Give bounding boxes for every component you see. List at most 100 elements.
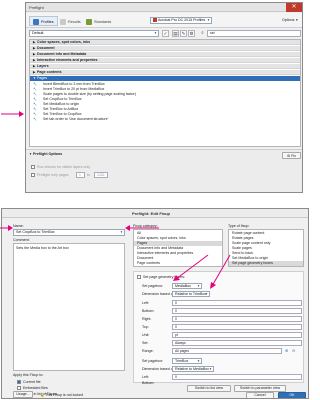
unit-select[interactable]: pt xyxy=(172,332,302,338)
edit-item-icon[interactable]: ✎ xyxy=(180,30,187,37)
set-pagebox2-label: Set pagebox: xyxy=(142,359,164,363)
annotation-arrow-icon xyxy=(210,254,231,289)
comment-label: Comment: xyxy=(13,238,30,242)
fix-icon: ⚙ xyxy=(286,154,291,158)
type-of-fixup-list[interactable]: Rotate page content Rotate pages Scale p… xyxy=(228,229,304,267)
tab-results[interactable]: Results xyxy=(56,16,85,26)
param-label-bottom: Bottom: xyxy=(142,309,155,313)
pages-only-checkbox[interactable]: Preflight only pages xyxy=(31,173,69,178)
annotation-arrow-icon xyxy=(125,225,159,231)
set-pagebox2-select[interactable]: TrimBox ▼ xyxy=(172,358,202,364)
preflight-options-header[interactable]: ▼ Preflight Options xyxy=(29,152,62,156)
bottom2-label: Bottom: xyxy=(142,381,155,385)
filter-select[interactable]: Default ▼ xyxy=(29,30,159,37)
bottom-input[interactable]: 0 xyxy=(172,308,302,314)
tab-standards[interactable]: Standards xyxy=(82,16,115,26)
param-label-left: Left: xyxy=(142,301,149,305)
category-row[interactable]: ▶ Document info and Metadata xyxy=(30,52,300,57)
preflight-titlebar: Preflight ✕ xyxy=(26,3,302,12)
fix-button[interactable]: ⚙ Fix xyxy=(282,152,301,159)
chevron-down-icon: ▼ xyxy=(207,18,210,22)
switch-list-view-button[interactable]: Switch to list view xyxy=(187,385,231,392)
results-icon xyxy=(60,19,66,25)
profiles-icon xyxy=(33,19,39,25)
triangle-down-icon: ▼ xyxy=(29,152,32,156)
close-icon[interactable]: ✕ xyxy=(286,3,302,12)
annotation-arrow-icon xyxy=(0,225,13,231)
annotation-arrow-icon xyxy=(173,254,209,281)
annotation-arrow-icon xyxy=(1,111,24,117)
acrobat-icon xyxy=(153,18,157,23)
left2-input[interactable]: 0 xyxy=(172,374,302,380)
profile-tree[interactable]: ▶ Color spaces, spot colors, inks ▶ Docume… xyxy=(29,39,301,147)
fixup-name-input[interactable]: Set CropBox to TrimBox ▼ xyxy=(13,229,125,236)
profile-library-select[interactable]: Acrobat Pro DC 2015 Profiles ▼ xyxy=(150,17,212,24)
range-select[interactable]: All pages xyxy=(172,348,282,354)
type-item-set-page-geometry[interactable]: Set page geometry boxes xyxy=(229,261,303,266)
dimension-select[interactable]: Relative to TrimBox ▼ xyxy=(172,291,210,297)
param-label-top: Top: xyxy=(142,325,149,329)
preflight-footer: ▼ Preflight Options ⚙ Fix Run checks for… xyxy=(26,149,302,192)
fixup-wrench-icon: 🔧 xyxy=(33,117,37,121)
switch-parameter-view-button[interactable]: Switch to parameter view xyxy=(234,385,286,392)
select-profile-icon[interactable]: ✓ xyxy=(162,30,169,37)
edit-fixup-window: Preflight: Edit Fixup Name: Set CropBox … xyxy=(1,208,309,399)
lock-icon: 🔓 xyxy=(40,393,45,397)
category-row-pages[interactable]: ▼Pages xyxy=(30,76,300,81)
left2-label: Left: xyxy=(142,375,149,379)
edit-fixup-titlebar: Preflight: Edit Fixup xyxy=(2,209,308,218)
param-label-set: Set: xyxy=(142,341,149,345)
cancel-button[interactable]: Cancel xyxy=(246,392,274,398)
param-label-range: Range: xyxy=(142,349,154,353)
from-page-input[interactable]: 1 xyxy=(76,172,85,178)
preflight-title: Preflight xyxy=(29,5,44,10)
category-row[interactable]: ▶ Layers xyxy=(30,64,300,69)
to-page-input[interactable]: 1432 xyxy=(94,172,108,178)
comment-textarea[interactable]: Sets the Media box to the Art box xyxy=(13,243,125,371)
type-of-fixup-label: Type of fixup: xyxy=(228,224,250,228)
checkbox xyxy=(31,173,35,178)
category-row[interactable]: ▶ Interactive elements and properties xyxy=(30,58,300,63)
ok-button[interactable]: OK xyxy=(278,392,306,398)
fixup-item[interactable]: 🔧 Set tab order to 'Use document structur… xyxy=(30,117,300,122)
tab-profiles[interactable]: Profiles xyxy=(29,16,58,26)
chevron-down-icon: ▼ xyxy=(205,292,208,296)
preflight-tabbar: Profiles Results Standards Acrobat Pro D… xyxy=(26,13,302,28)
new-item-icon[interactable]: ▤ xyxy=(172,30,179,37)
range-add-icon[interactable]: ⊕ xyxy=(285,348,288,353)
set-select[interactable]: Always xyxy=(172,340,302,346)
top-input[interactable]: 0 xyxy=(172,324,302,330)
to-label: to xyxy=(87,173,90,177)
range-remove-icon[interactable]: ⊖ xyxy=(292,348,295,353)
checkbox xyxy=(17,386,21,391)
not-locked-label: 🔓 This Fixup is not locked xyxy=(40,393,83,397)
options-menu[interactable]: Options ▼ xyxy=(282,18,298,22)
apply-embedded-files-checkbox[interactable]: Embedded files xyxy=(17,386,48,391)
preflight-window: Preflight ✕ Profiles Results Standards A… xyxy=(25,2,303,193)
run-checks-checkbox[interactable]: Run checks for visible layers only xyxy=(31,165,90,170)
category-row[interactable]: ▶ Document xyxy=(30,46,300,51)
chevron-down-icon: ▼ xyxy=(120,230,123,234)
chevron-down-icon: ▼ xyxy=(209,367,212,371)
left-input[interactable]: 0 xyxy=(172,300,302,306)
name-label: Name: xyxy=(13,224,24,228)
checkbox xyxy=(137,275,141,280)
param-label-unit: Unit: xyxy=(142,333,150,337)
edit-fixup-title: Preflight: Edit Fixup xyxy=(132,211,170,216)
standards-icon xyxy=(86,19,92,25)
chevron-down-icon: ▼ xyxy=(154,31,157,35)
dimension2-select[interactable]: Relative to MediaBox ▼ xyxy=(172,366,214,372)
right-input[interactable]: 0 xyxy=(172,316,302,322)
checkbox xyxy=(31,165,35,170)
checkbox-checked xyxy=(17,380,21,385)
param-label-right: Right: xyxy=(142,317,152,321)
usage-button[interactable]: Usage... xyxy=(13,391,33,398)
fixup-icon[interactable]: ⚙ xyxy=(188,30,195,37)
search-input[interactable]: set xyxy=(207,30,301,37)
chevron-down-icon: ▼ xyxy=(197,359,200,363)
category-row[interactable]: ▶ Page contents xyxy=(30,70,300,75)
category-row[interactable]: ▶ Color spaces, spot colors, inks xyxy=(30,40,300,45)
dimension-label: Dimension based on: xyxy=(142,292,176,296)
apply-current-file-checkbox[interactable]: Current file xyxy=(17,380,41,385)
dimension2-label: Dimension based on: xyxy=(142,367,176,371)
